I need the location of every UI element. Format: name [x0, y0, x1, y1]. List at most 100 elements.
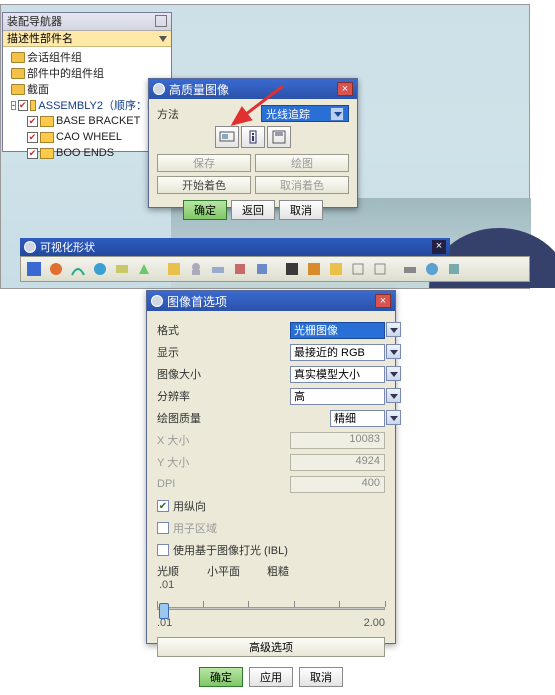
tree-label: 部件中的组件组 [27, 65, 104, 81]
ok-button[interactable]: 确定 [199, 667, 243, 687]
mode-toolbar [157, 126, 349, 148]
tool-button[interactable] [304, 259, 324, 279]
dialog-title: 图像首选项 [167, 293, 371, 310]
tool-button[interactable] [112, 259, 132, 279]
part-icon [40, 116, 54, 127]
mode-window-button[interactable] [215, 126, 239, 148]
tool-button[interactable] [230, 259, 250, 279]
display-label: 显示 [157, 344, 290, 360]
folder-icon [11, 84, 25, 95]
slider-tick-value: .01 [159, 579, 385, 591]
navigator-collapse-button[interactable] [155, 15, 167, 27]
chevron-down-icon [330, 107, 344, 121]
select-value: 精细 [334, 410, 356, 426]
save-button[interactable]: 保存 [157, 154, 251, 172]
navigator-title: 装配导航器 [3, 13, 171, 31]
size-select[interactable]: 真实模型大小 [290, 366, 385, 383]
navigator-filter-bar[interactable]: 描述性部件名 [3, 31, 171, 47]
expand-toggle[interactable]: - [11, 101, 16, 110]
chevron-down-icon [386, 388, 401, 403]
slider-label-facet: 小平面 [207, 563, 267, 579]
back-button[interactable]: 返回 [231, 200, 275, 220]
tool-button[interactable] [422, 259, 442, 279]
cancel-button[interactable]: 取消 [279, 200, 323, 220]
tool-button[interactable] [90, 259, 110, 279]
quality-select[interactable]: 精细 [330, 410, 385, 427]
select-value: 光栅图像 [294, 322, 338, 338]
dialog-title: 高质量图像 [169, 81, 333, 98]
visualize-shape-titlebar[interactable]: 可视化形状 × [20, 238, 450, 256]
select-value: 最接近的 RGB [294, 344, 365, 360]
advanced-options-button[interactable]: 高级选项 [157, 637, 385, 657]
tree-item[interactable]: 会话组件组 [5, 49, 169, 65]
draw-button[interactable]: 绘图 [255, 154, 349, 172]
tool-button[interactable] [400, 259, 420, 279]
tool-button[interactable] [134, 259, 154, 279]
method-value: 光线追踪 [266, 106, 310, 122]
dialog-titlebar[interactable]: 图像首选项 × [147, 291, 395, 311]
tool-button[interactable] [46, 259, 66, 279]
resolution-select[interactable]: 高 [290, 388, 385, 405]
image-preferences-dialog: 图像首选项 × 格式 光栅图像 显示 最接近的 RGB 图像大小 真实模型大小 … [146, 290, 396, 644]
format-label: 格式 [157, 322, 290, 338]
format-select[interactable]: 光栅图像 [290, 322, 385, 339]
slider-thumb[interactable] [159, 603, 169, 619]
dialog-titlebar[interactable]: 高质量图像 × [149, 79, 357, 99]
cancel-button[interactable]: 取消 [299, 667, 343, 687]
ok-button[interactable]: 确定 [183, 200, 227, 220]
xsize-label: X 大小 [157, 432, 290, 448]
tool-button[interactable] [348, 259, 368, 279]
tool-button[interactable] [24, 259, 44, 279]
chevron-down-icon [386, 344, 401, 359]
method-select[interactable]: 光线追踪 [261, 105, 349, 122]
tool-button[interactable] [370, 259, 390, 279]
tree-item[interactable]: 截面 [5, 81, 169, 97]
mode-info-button[interactable] [241, 126, 265, 148]
tool-button[interactable] [252, 259, 272, 279]
mode-save-button[interactable] [267, 126, 291, 148]
tool-button[interactable] [208, 259, 228, 279]
tree-item[interactable]: BOO ENDS [5, 145, 169, 161]
tool-button[interactable] [164, 259, 184, 279]
tree-label: 截面 [27, 81, 49, 97]
tool-button[interactable] [186, 259, 206, 279]
tool-button[interactable] [282, 259, 302, 279]
portrait-label: 用纵向 [173, 498, 385, 514]
tree-item-assembly[interactable]: - ASSEMBLY2（顺序：时间 [5, 97, 169, 113]
checkbox-icon[interactable] [27, 148, 38, 159]
tool-button[interactable] [326, 259, 346, 279]
close-button[interactable]: × [432, 240, 446, 254]
folder-icon [11, 52, 25, 63]
navigator-tree: 会话组件组 部件中的组件组 截面 - ASSEMBLY2（顺序：时间 BASE … [3, 47, 171, 163]
gear-icon [24, 241, 36, 253]
gear-icon [151, 295, 163, 307]
part-icon [40, 148, 54, 159]
tree-item[interactable]: 部件中的组件组 [5, 65, 169, 81]
tool-button[interactable] [444, 259, 464, 279]
chevron-down-icon [159, 36, 167, 42]
checkbox-icon[interactable] [27, 116, 38, 127]
tree-item[interactable]: CAO WHEEL [5, 129, 169, 145]
cancel-shade-button[interactable]: 取消着色 [255, 176, 349, 194]
chevron-down-icon [386, 410, 401, 425]
checkbox-icon[interactable] [27, 132, 38, 143]
display-select[interactable]: 最接近的 RGB [290, 344, 385, 361]
portrait-checkbox[interactable] [157, 500, 169, 512]
slider-label-smooth: 光顺 [157, 563, 207, 579]
ysize-input: 4924 [290, 454, 385, 471]
checkbox-icon[interactable] [18, 100, 28, 111]
subregion-checkbox[interactable] [157, 522, 169, 534]
close-button[interactable]: × [375, 294, 391, 308]
start-shade-button[interactable]: 开始着色 [157, 176, 251, 194]
tree-label: 会话组件组 [27, 49, 82, 65]
smooth-slider[interactable] [157, 593, 385, 619]
tool-button[interactable] [68, 259, 88, 279]
ibl-checkbox[interactable] [157, 544, 169, 556]
resolution-label: 分辨率 [157, 388, 290, 404]
close-button[interactable]: × [337, 82, 353, 96]
folder-icon [11, 68, 25, 79]
select-value: 真实模型大小 [294, 366, 360, 382]
apply-button[interactable]: 应用 [249, 667, 293, 687]
chevron-down-icon [386, 322, 401, 337]
tree-item[interactable]: BASE BRACKET [5, 113, 169, 129]
